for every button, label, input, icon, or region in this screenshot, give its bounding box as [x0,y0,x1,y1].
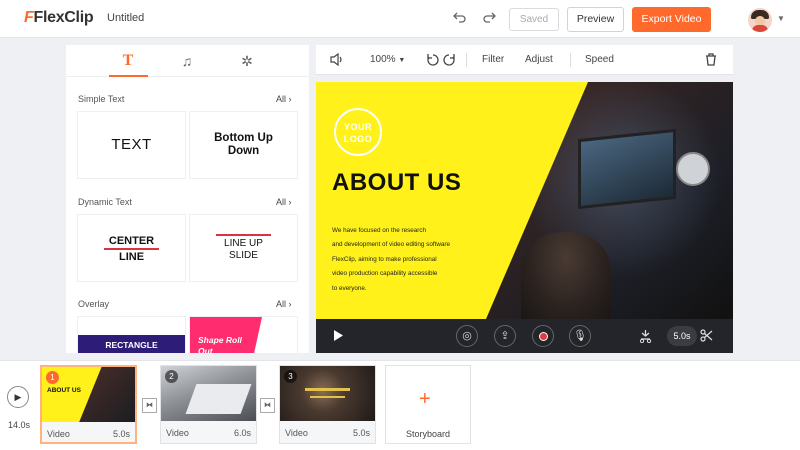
scissors-icon[interactable] [700,329,713,345]
clip-duration-badge[interactable]: 5.0s [667,326,697,346]
overlay-all-link[interactable]: All › [276,299,292,309]
clip-number-badge: 3 [284,370,297,383]
trash-icon[interactable] [705,53,717,69]
monitor-image [578,128,676,210]
canvas-heading[interactable]: ABOUT US [332,169,461,197]
toolbar-divider [466,53,467,67]
player-bar: ◎ ⇪ 🎙 5.0s [316,319,733,353]
total-duration: 14.0s [8,420,31,430]
upload-icon[interactable]: ⇪ [494,325,516,347]
text-card-line-up-slide[interactable]: LINE UP SLIDE [190,215,297,281]
speed-button[interactable]: Speed [585,54,614,65]
clip-type-label: Video [285,428,308,438]
text-card-text[interactable]: TEXT [78,112,185,178]
globe-icon[interactable]: ◎ [456,325,478,347]
filter-button[interactable]: Filter [482,54,504,65]
active-tab-indicator [109,75,148,77]
overlay-card-rectangle[interactable]: RECTANGLE [78,317,185,353]
saved-button[interactable]: Saved [509,8,559,31]
timeline-play-button[interactable]: ▶ [7,386,29,408]
clip-type-label: Video [166,428,189,438]
record-icon[interactable] [532,325,554,347]
clip-number-badge: 2 [165,370,178,383]
card-label: LINE UP SLIDE [224,238,263,261]
clip-type-label: Video [47,429,70,439]
wall-clock-image [676,152,710,186]
transition-icon[interactable]: ⧓ [142,398,157,413]
section-title-simple-text: Simple Text [78,94,125,104]
text-tab-icon[interactable]: T [118,52,138,70]
zoom-select[interactable]: 100% ▼ [370,54,405,65]
transition-icon[interactable]: ⧓ [260,398,275,413]
logo-text: FlexClip [33,9,94,26]
chevron-down-icon[interactable]: ▼ [777,14,785,23]
dynamic-text-all-link[interactable]: All › [276,197,292,207]
clip-duration-label: 5.0s [352,428,370,438]
clip-duration-label: 5.0s [112,429,130,439]
flexclip-logo[interactable]: FFlexClip [24,9,94,27]
card-label: TEXT [111,136,152,153]
video-canvas[interactable]: YOUR LOGO ABOUT US We have focused on th… [316,82,733,319]
canvas-paragraph[interactable]: We have focused on the research and deve… [332,224,502,296]
line-up-divider [216,234,271,236]
preview-button[interactable]: Preview [567,7,624,32]
panel-tabs: T ♫ ✲ [66,45,309,77]
play-icon[interactable] [333,329,344,345]
timeline-clip-3[interactable]: 3 Video 5.0s [279,365,376,444]
document-title[interactable]: Untitled [107,12,144,24]
app-header: FFlexClip Untitled Saved Preview Export … [0,0,800,38]
your-logo-placeholder[interactable]: YOUR LOGO [334,108,382,156]
section-title-dynamic-text: Dynamic Text [78,197,132,207]
timeline-clip-1[interactable]: ABOUT US 1 Video 5.0s [40,365,137,444]
overlay-card-shape-roll-out[interactable]: Shape Roll Out [190,317,297,353]
thumb-heading: ABOUT US [47,387,81,394]
simple-text-all-link[interactable]: All › [276,94,292,104]
timeline-clip-2[interactable]: 2 Video 6.0s [160,365,257,444]
clip-number-badge: 1 [46,371,59,384]
plus-icon: + [419,388,431,410]
editor-toolbar: 100% ▼ Filter Adjust Speed [316,45,733,75]
storyboard-label: Storyboard [405,429,451,439]
split-icon[interactable] [639,329,652,346]
card-label: RECTANGLE [105,340,158,350]
export-video-button[interactable]: Export Video [632,7,711,32]
adjust-button[interactable]: Adjust [525,54,553,65]
rotate-left-icon[interactable] [426,53,440,70]
microphone-icon[interactable]: 🎙 [569,325,591,347]
card-label: Shape Roll Out [198,335,242,353]
section-title-overlay: Overlay [78,299,110,309]
redo-icon[interactable] [480,10,498,28]
volume-icon[interactable] [330,52,344,69]
element-panel: T ♫ ✲ Simple Text All › TEXT Bottom Up D… [66,45,309,353]
user-avatar[interactable] [748,8,772,32]
card-label: Bottom Up Down [214,132,273,157]
text-card-center-line[interactable]: CENTER LINE [78,215,185,281]
clip-duration-label: 6.0s [233,428,251,438]
add-storyboard-button[interactable]: + Storyboard [385,365,471,444]
settings-tab-icon[interactable]: ✲ [237,52,257,70]
text-card-bottom-up-down[interactable]: Bottom Up Down [190,112,297,178]
rotate-right-icon[interactable] [442,53,456,70]
toolbar-divider [570,53,571,67]
person-image [521,232,611,319]
center-line-divider [104,248,159,250]
undo-icon[interactable] [451,10,469,28]
music-tab-icon[interactable]: ♫ [177,52,197,70]
